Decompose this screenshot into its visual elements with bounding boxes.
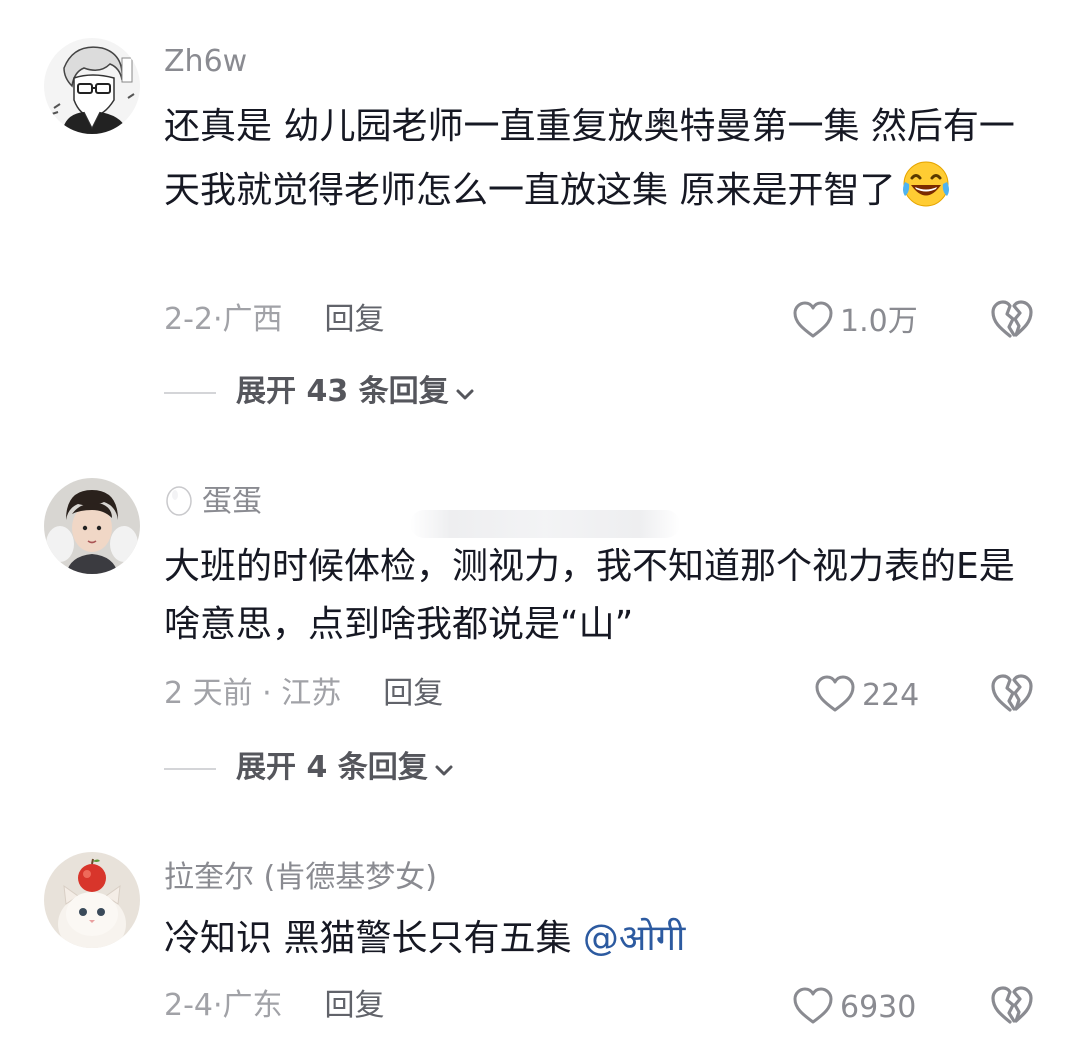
comment-meta: 2-2·广西 回复 bbox=[164, 300, 385, 340]
avatar[interactable] bbox=[44, 38, 140, 134]
comment-meta: 2-4·广东 回复 bbox=[164, 986, 385, 1026]
expand-replies-button[interactable]: 展开 43 条回复 bbox=[164, 372, 475, 412]
comment-date: 2-2· bbox=[164, 302, 223, 337]
like-count: 1.0万 bbox=[840, 304, 918, 339]
comment-text: 大班的时候体检，测视力，我不知道那个视力表的E是啥意思，点到啥我都说是“山” bbox=[164, 538, 1044, 654]
blurred-overlay bbox=[410, 510, 680, 538]
like-count: 224 bbox=[862, 678, 920, 713]
comment-text-content: 冷知识 黑猫警长只有五集 bbox=[164, 918, 583, 959]
comment-date: 2-4· bbox=[164, 988, 223, 1023]
comment-username[interactable]: 拉奎尔 (肯德基梦女) bbox=[164, 858, 437, 898]
expand-replies-button[interactable]: 展开 4 条回复 bbox=[164, 748, 454, 788]
comment-location: 广西 bbox=[222, 302, 283, 337]
broken-heart-icon bbox=[991, 674, 1033, 712]
dislike-button[interactable] bbox=[990, 298, 1034, 344]
comment-username[interactable]: 蛋蛋 bbox=[164, 482, 262, 522]
comment-text: 冷知识 黑猫警长只有五集 @ओगी bbox=[164, 910, 1044, 968]
like-button[interactable]: 224 bbox=[814, 674, 919, 716]
comment-text-content: 大班的时候体检，测视力，我不知道那个视力表的E是啥意思，点到啥我都说是“山” bbox=[164, 546, 1015, 645]
divider-line bbox=[164, 391, 216, 394]
reply-button[interactable]: 回复 bbox=[383, 676, 443, 711]
laughing-tears-emoji-icon bbox=[899, 156, 953, 210]
heart-outline-icon bbox=[793, 987, 833, 1024]
expand-replies-label: 展开 4 条回复 bbox=[236, 750, 428, 785]
comment-date: 2 天前 · bbox=[164, 676, 282, 711]
heart-outline-icon bbox=[815, 675, 855, 712]
comment-meta: 2 天前 · 江苏 回复 bbox=[164, 674, 443, 714]
like-button[interactable]: 1.0万 bbox=[792, 300, 918, 342]
reply-button[interactable]: 回复 bbox=[325, 302, 385, 337]
avatar[interactable] bbox=[44, 852, 140, 948]
expand-replies-label: 展开 43 条回复 bbox=[236, 374, 449, 409]
divider-line bbox=[164, 767, 216, 770]
comment-username-text: 蛋蛋 bbox=[202, 484, 262, 519]
chevron-down-icon bbox=[456, 389, 474, 400]
broken-heart-icon bbox=[991, 986, 1033, 1024]
mention-link[interactable]: @ओगी bbox=[583, 918, 685, 959]
comment-username[interactable]: Zh6w bbox=[164, 42, 247, 82]
egg-icon bbox=[166, 486, 192, 516]
dislike-button[interactable] bbox=[990, 672, 1034, 718]
comment-location: 广东 bbox=[222, 988, 283, 1023]
like-count: 6930 bbox=[840, 990, 917, 1025]
heart-outline-icon bbox=[793, 301, 833, 338]
comment-location: 江苏 bbox=[281, 676, 342, 711]
avatar[interactable] bbox=[44, 478, 140, 574]
like-button[interactable]: 6930 bbox=[792, 986, 916, 1028]
comment-text-content: 还真是 幼儿园老师一直重复放奥特曼第一集 然后有一天我就觉得老师怎么一直放这集 … bbox=[164, 106, 1015, 211]
chevron-down-icon bbox=[435, 765, 453, 776]
broken-heart-icon bbox=[991, 300, 1033, 338]
reply-button[interactable]: 回复 bbox=[325, 988, 385, 1023]
dislike-button[interactable] bbox=[990, 984, 1034, 1030]
comment-text: 还真是 幼儿园老师一直重复放奥特曼第一集 然后有一天我就觉得老师怎么一直放这集 … bbox=[164, 98, 1044, 220]
